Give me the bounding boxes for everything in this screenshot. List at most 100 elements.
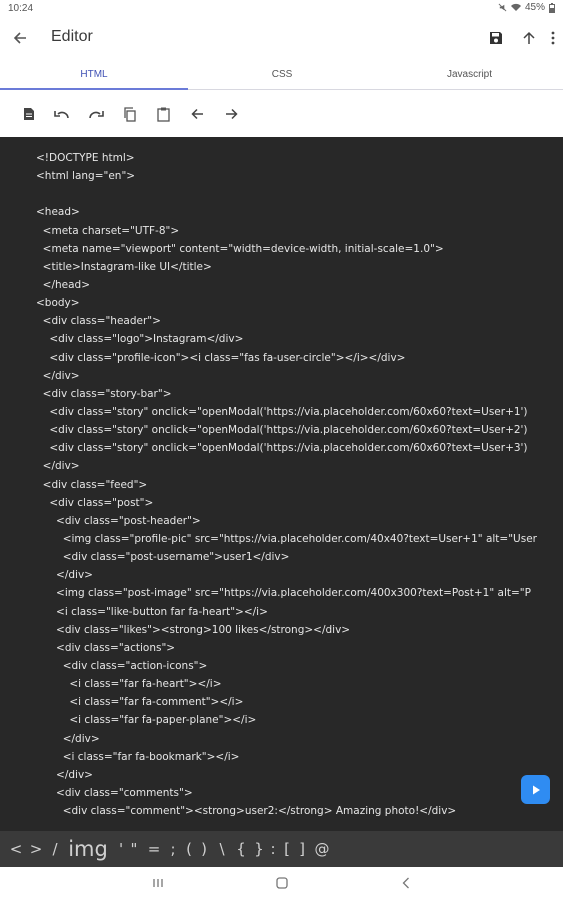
code-line[interactable]: <div class="story" onclick="openModal('h…: [36, 439, 537, 457]
symbol-key[interactable]: \: [215, 831, 229, 867]
code-line[interactable]: <div class="story" onclick="openModal('h…: [36, 403, 537, 421]
status-icons: 45%: [498, 2, 555, 13]
code-line[interactable]: <div class="post-header">: [36, 512, 537, 530]
run-button[interactable]: [521, 775, 550, 804]
tab-html[interactable]: HTML: [0, 58, 188, 90]
symbol-key[interactable]: [: [281, 831, 293, 867]
mute-icon: [498, 3, 507, 12]
symbol-key[interactable]: {: [235, 831, 247, 867]
upload-button[interactable]: [518, 24, 540, 52]
symbol-key[interactable]: img: [67, 831, 109, 867]
paste-icon: [156, 107, 170, 122]
arrow-right-icon: [225, 108, 238, 120]
code-line[interactable]: <i class="far fa-comment"></i>: [36, 693, 537, 711]
paste-button[interactable]: [151, 102, 175, 126]
app-bar: Editor: [0, 18, 563, 58]
code-line[interactable]: <div class="comment"><strong>user2:</str…: [36, 802, 537, 820]
undo-icon: [54, 111, 69, 119]
copy-button[interactable]: [117, 102, 141, 126]
code-line[interactable]: <head>: [36, 203, 537, 221]
system-back-button[interactable]: [394, 873, 418, 893]
code-line[interactable]: </div>: [36, 730, 537, 748]
cursor-right-button[interactable]: [219, 102, 243, 126]
play-icon: [532, 785, 540, 794]
symbol-key[interactable]: ': [116, 831, 126, 867]
code-line[interactable]: </div>: [36, 457, 537, 475]
page-title: Editor: [51, 28, 93, 45]
code-line[interactable]: <div class="post-username">user1</div>: [36, 548, 537, 566]
code-editor[interactable]: <!DOCTYPE html> <html lang="en"> <head> <m…: [0, 137, 563, 831]
tab-indicator: [0, 88, 188, 90]
code-line[interactable]: <div class="actions">: [36, 639, 537, 657]
code-line[interactable]: </head>: [36, 276, 537, 294]
home-button[interactable]: [270, 873, 294, 893]
code-line[interactable]: <!DOCTYPE html>: [36, 149, 537, 167]
tab-javascript[interactable]: Javascript: [376, 58, 563, 90]
code-line[interactable]: <div class="story-bar">: [36, 385, 537, 403]
code-content[interactable]: <!DOCTYPE html> <html lang="en"> <head> <m…: [36, 149, 537, 820]
battery-icon: [549, 2, 555, 13]
code-line[interactable]: <div class="post">: [36, 494, 537, 512]
back-button[interactable]: [6, 24, 34, 52]
undo-button[interactable]: [50, 102, 74, 126]
symbol-key[interactable]: @: [314, 831, 330, 867]
code-line[interactable]: <div class="comments">: [36, 784, 537, 802]
arrow-left-icon: [190, 108, 203, 120]
code-line[interactable]: <title>Instagram-like UI</title>: [36, 258, 537, 276]
editor-toolbar: [0, 92, 563, 136]
save-button[interactable]: [484, 24, 508, 52]
redo-button[interactable]: [84, 102, 108, 126]
cursor-left-button[interactable]: [185, 102, 209, 126]
wifi-icon: [510, 3, 521, 11]
symbol-key[interactable]: ": [129, 831, 139, 867]
copy-icon: [123, 106, 136, 122]
code-line[interactable]: <meta name="viewport" content="width=dev…: [36, 240, 537, 258]
code-line[interactable]: <img class="post-image" src="https://via…: [36, 584, 537, 602]
tab-bar: HTML CSS Javascript: [0, 58, 563, 90]
code-line[interactable]: <div class="feed">: [36, 476, 537, 494]
symbol-key[interactable]: ;: [167, 831, 179, 867]
code-line[interactable]: <i class="far fa-paper-plane"></i>: [36, 711, 537, 729]
file-icon: [24, 108, 34, 120]
code-line[interactable]: </div>: [36, 766, 537, 784]
chevron-left-icon: [402, 877, 409, 889]
more-vert-icon: [551, 31, 555, 45]
symbol-key[interactable]: (: [183, 831, 195, 867]
code-line[interactable]: <div class="likes"><strong>100 likes</st…: [36, 621, 537, 639]
recent-apps-icon: [153, 879, 163, 887]
code-line[interactable]: <div class="action-icons">: [36, 657, 537, 675]
symbol-bar: < > / img ' " =;() \{}:[] @: [0, 831, 563, 867]
battery-level: 45%: [524, 2, 545, 13]
tab-css[interactable]: CSS: [188, 58, 376, 90]
arrow-up-icon: [523, 31, 535, 44]
symbol-key[interactable]: =: [147, 831, 161, 867]
code-line[interactable]: <i class="far fa-heart"></i>: [36, 675, 537, 693]
code-line[interactable]: </div>: [36, 367, 537, 385]
symbol-key[interactable]: }: [253, 831, 265, 867]
symbol-key[interactable]: <: [9, 831, 23, 867]
status-bar: 10:24 45%: [0, 0, 563, 18]
home-icon: [276, 877, 288, 889]
code-line[interactable]: <div class="header">: [36, 312, 537, 330]
code-line[interactable]: <i class="like-button far fa-heart"></i>: [36, 603, 537, 621]
symbol-key[interactable]: >: [29, 831, 43, 867]
code-line[interactable]: <meta charset="UTF-8">: [36, 222, 537, 240]
status-time: 10:24: [8, 3, 34, 14]
symbol-key[interactable]: ]: [296, 831, 308, 867]
code-line[interactable]: <i class="far fa-bookmark"></i>: [36, 748, 537, 766]
code-line[interactable]: [36, 185, 537, 203]
symbol-key[interactable]: :: [268, 831, 278, 867]
recent-apps-button[interactable]: [146, 873, 170, 893]
code-line[interactable]: <img class="profile-pic" src="https://vi…: [36, 530, 537, 548]
symbol-key[interactable]: /: [48, 831, 62, 867]
symbol-key[interactable]: ): [198, 831, 210, 867]
code-line[interactable]: <div class="story" onclick="openModal('h…: [36, 421, 537, 439]
code-line[interactable]: <div class="logo">Instagram</div>: [36, 330, 537, 348]
more-options-button[interactable]: [545, 24, 561, 52]
code-line[interactable]: <div class="profile-icon"><i class="fas …: [36, 349, 537, 367]
file-button[interactable]: [17, 102, 41, 126]
save-icon: [490, 32, 502, 44]
code-line[interactable]: <body>: [36, 294, 537, 312]
code-line[interactable]: <html lang="en">: [36, 167, 537, 185]
code-line[interactable]: </div>: [36, 566, 537, 584]
